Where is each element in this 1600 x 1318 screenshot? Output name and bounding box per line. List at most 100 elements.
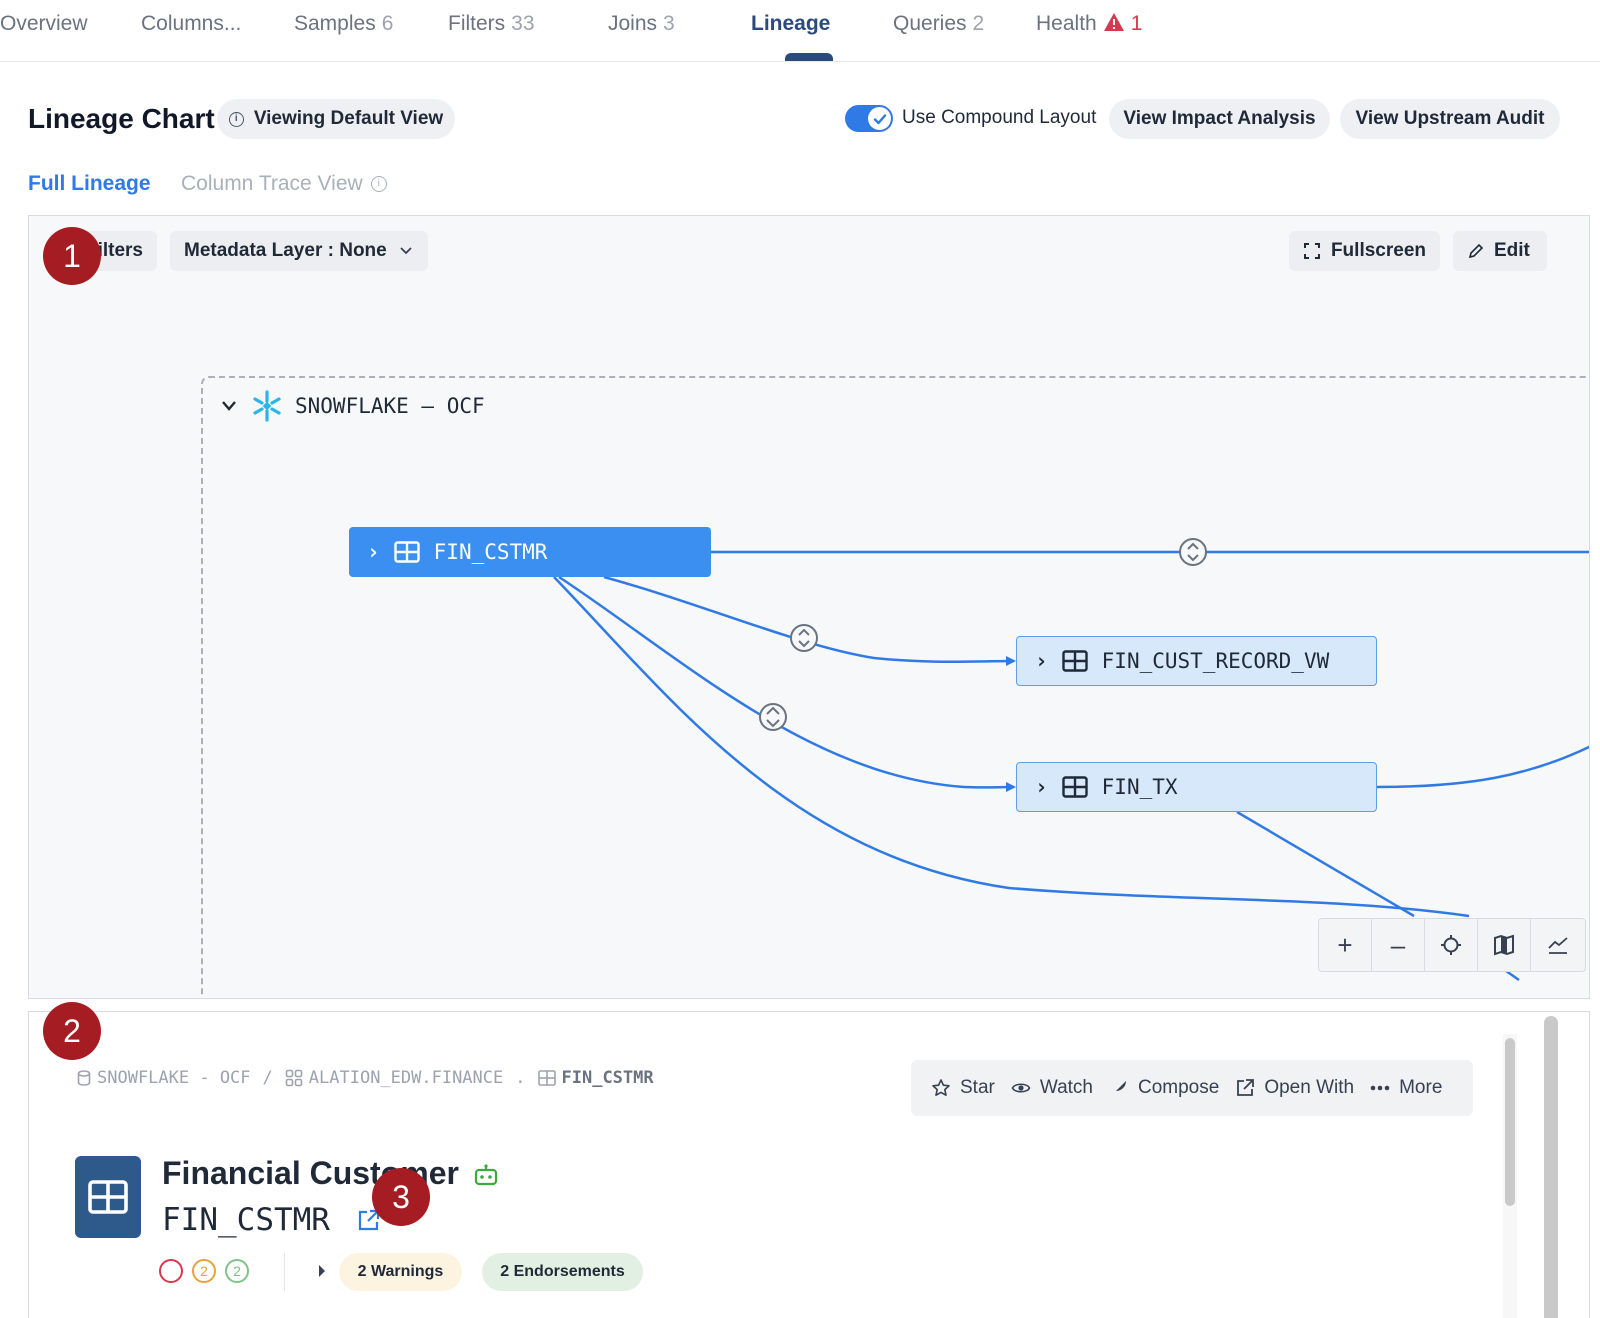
tab-label: Overview	[0, 12, 88, 35]
warnings-chip[interactable]: 2 Warnings	[339, 1253, 462, 1291]
minimap-button[interactable]	[1478, 919, 1531, 971]
compose-button[interactable]: Compose	[1109, 1077, 1219, 1099]
view-upstream-audit-button[interactable]: View Upstream Audit	[1340, 99, 1560, 139]
lineage-node-cust-record-vw[interactable]: › FIN_CUST_RECORD_VW	[1016, 636, 1377, 686]
tab-count: 2	[972, 12, 985, 35]
chart-line-icon	[1547, 937, 1568, 954]
tab-queries[interactable]: Queries 2	[893, 12, 984, 36]
chevron-right-icon[interactable]: ›	[367, 540, 380, 564]
lineage-node-fin-tx[interactable]: › FIN_TX	[1016, 762, 1377, 812]
lineage-node-source[interactable]: › FIN_CSTMR	[349, 527, 711, 577]
chevron-down-icon[interactable]	[221, 400, 237, 412]
info-icon: i	[228, 111, 244, 127]
open-with-label: Open With	[1264, 1077, 1355, 1098]
panel-scrollbar[interactable]	[1505, 1038, 1515, 1206]
watch-label: Watch	[1039, 1077, 1093, 1098]
quill-icon	[1112, 1081, 1126, 1095]
warning-icon	[1103, 13, 1124, 31]
tab-label: Queries	[893, 12, 967, 35]
info-icon: i	[370, 176, 387, 193]
object-actions-bar: Star Watch Compose Open With More	[911, 1060, 1473, 1116]
map-icon	[1494, 934, 1514, 956]
tab-lineage[interactable]: Lineage	[751, 12, 830, 36]
tab-samples[interactable]: Samples 6	[294, 12, 393, 36]
tab-count: 33	[511, 12, 535, 35]
tab-label: Joins	[608, 12, 658, 35]
tab-label: Samples	[294, 12, 376, 35]
divider	[284, 1253, 285, 1291]
subtab-column-trace-label: Column Trace View	[181, 172, 363, 195]
view-impact-analysis-button[interactable]: View Impact Analysis	[1109, 99, 1330, 139]
snowflake-icon	[253, 390, 281, 422]
recenter-button[interactable]	[1425, 919, 1478, 971]
zoom-in-button[interactable]: +	[1319, 919, 1372, 971]
zoom-controls: + –	[1318, 918, 1586, 972]
active-tab-indicator	[785, 53, 833, 61]
subtab-full-lineage[interactable]: Full Lineage	[28, 172, 151, 196]
table-icon	[1061, 650, 1088, 672]
endorsements-chip[interactable]: 2 Endorsements	[482, 1253, 643, 1291]
table-icon	[75, 1156, 141, 1238]
lineage-canvas[interactable]: Filters Metadata Layer : None Fullscreen…	[28, 215, 1590, 999]
object-name-text: FIN_CSTMR	[162, 1202, 330, 1238]
check-icon	[868, 107, 891, 130]
tab-count: 1	[1130, 12, 1143, 35]
node-label: FIN_TX	[1101, 775, 1178, 799]
database-icon	[77, 1070, 91, 1086]
breadcrumb: SNOWFLAKE - OCF / ALATION_EDW.FINANCE . …	[77, 1068, 654, 1088]
object-title: Financial Customer	[162, 1155, 498, 1192]
error-status-icon[interactable]	[159, 1259, 183, 1283]
details-panel: SNOWFLAKE - OCF / ALATION_EDW.FINANCE . …	[28, 1011, 1590, 1318]
compound-layout-label: Use Compound Layout	[902, 107, 1097, 128]
breadcrumb-separator: /	[262, 1068, 273, 1088]
datasource-group: SNOWFLAKE – OCF	[201, 376, 1589, 998]
schema-icon	[285, 1069, 303, 1087]
watch-button[interactable]: Watch	[1011, 1077, 1093, 1099]
subtab-column-trace[interactable]: Column Trace View i	[181, 172, 387, 196]
table-icon	[537, 1070, 556, 1086]
zoom-out-button[interactable]: –	[1372, 919, 1425, 971]
caret-right-icon[interactable]	[317, 1264, 327, 1278]
open-with-button[interactable]: Open With	[1235, 1077, 1354, 1099]
page-scrollbar[interactable]	[1544, 1016, 1558, 1318]
chevron-right-icon[interactable]: ›	[1035, 775, 1048, 799]
more-button[interactable]: More	[1370, 1077, 1442, 1099]
warning-status-icon[interactable]: 2	[192, 1259, 216, 1283]
table-icon	[1061, 776, 1088, 798]
eye-icon	[1011, 1083, 1031, 1093]
breadcrumb-schema[interactable]: ALATION_EDW.FINANCE	[309, 1068, 503, 1088]
ellipsis-icon	[1370, 1085, 1390, 1091]
more-label: More	[1399, 1077, 1443, 1098]
tab-label: Health	[1036, 12, 1097, 35]
tab-columns[interactable]: Columns...	[141, 12, 241, 36]
tab-count: 3	[663, 12, 675, 35]
endorse-status-icon[interactable]: 2	[225, 1259, 249, 1283]
object-name: FIN_CSTMR	[162, 1202, 381, 1238]
table-icon	[393, 541, 420, 563]
star-icon	[932, 1079, 950, 1096]
callout-badge: 1	[43, 227, 101, 285]
breadcrumb-datasource[interactable]: SNOWFLAKE - OCF	[97, 1068, 251, 1088]
star-button[interactable]: Star	[931, 1077, 995, 1099]
breadcrumb-separator: .	[515, 1068, 526, 1088]
compound-layout-toggle[interactable]	[845, 105, 893, 132]
tab-filters[interactable]: Filters 33	[448, 12, 535, 36]
datasource-group-name: SNOWFLAKE – OCF	[295, 394, 485, 418]
layout-button[interactable]	[1531, 919, 1584, 971]
view-selector[interactable]: i Viewing Default View	[217, 99, 455, 139]
node-label: FIN_CUST_RECORD_VW	[1101, 649, 1330, 673]
page-title: Lineage Chart	[28, 103, 215, 134]
callout-badge: 3	[372, 1168, 430, 1226]
tab-label: Filters	[448, 12, 506, 35]
chevron-right-icon[interactable]: ›	[1035, 649, 1048, 673]
tab-health[interactable]: Health 1	[1036, 12, 1142, 36]
node-label: FIN_CSTMR	[433, 540, 548, 564]
tab-overview[interactable]: Overview	[0, 12, 88, 36]
tab-label: Lineage	[751, 12, 831, 35]
datasource-group-header: SNOWFLAKE – OCF	[221, 390, 485, 422]
tab-label: Columns...	[141, 12, 242, 35]
tab-joins[interactable]: Joins 3	[608, 12, 675, 36]
external-link-icon	[1237, 1079, 1255, 1096]
compose-label: Compose	[1138, 1077, 1220, 1098]
robot-icon	[474, 1164, 497, 1186]
